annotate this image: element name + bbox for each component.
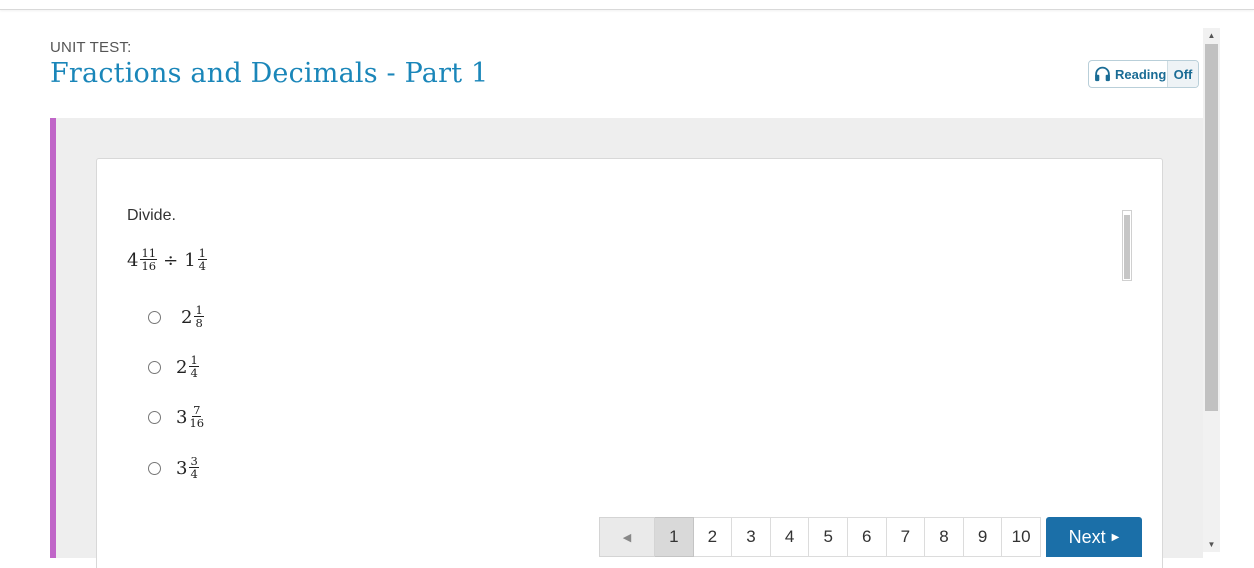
answer-option-d[interactable]: 3 3 4	[148, 455, 199, 481]
reading-toggle-button[interactable]: Reading Off	[1088, 60, 1199, 88]
unit-test-label: UNIT TEST:	[50, 39, 132, 56]
option-value: 2 1 4	[176, 354, 199, 380]
page-2-button[interactable]: 2	[693, 517, 733, 557]
option-whole: 2	[181, 306, 193, 328]
option-denominator: 8	[195, 316, 203, 330]
page-scrollbar[interactable]: ▲ ▼	[1203, 28, 1220, 552]
top-bar	[0, 0, 1254, 10]
expr-first-whole: 4	[127, 249, 139, 271]
page-6-button[interactable]: 6	[847, 517, 887, 557]
page-4-button[interactable]: 4	[770, 517, 810, 557]
answer-option-a[interactable]: 2 1 8	[148, 304, 204, 330]
expr-first-denominator: 16	[141, 259, 157, 273]
reading-label: Reading	[1115, 66, 1167, 82]
next-button[interactable]: Next ▶	[1045, 517, 1142, 557]
page-7-button[interactable]: 7	[886, 517, 926, 557]
option-fraction: 7 16	[189, 404, 205, 430]
page-3-button[interactable]: 3	[732, 517, 771, 557]
page-5-button[interactable]: 5	[809, 517, 848, 557]
option-fraction: 1 4	[189, 354, 199, 380]
option-value: 3 7 16	[176, 404, 205, 430]
answer-option-c[interactable]: 3 7 16	[148, 404, 205, 430]
next-button-label: Next	[1068, 526, 1106, 547]
option-whole: 3	[176, 406, 188, 428]
pagination: ◀ 1 2 3 4 5 6 7 8 9 10 Next ▶	[599, 517, 1142, 557]
page-scrollbar-thumb[interactable]	[1205, 44, 1218, 411]
radio-button[interactable]	[148, 360, 161, 374]
page-10-button[interactable]: 10	[1002, 517, 1041, 557]
headphones-icon	[1095, 66, 1110, 82]
reading-toggle-left[interactable]: Reading	[1089, 61, 1168, 87]
answer-option-b[interactable]: 2 1 4	[148, 354, 199, 380]
scroll-down-arrow-icon[interactable]: ▼	[1203, 537, 1220, 552]
next-arrow-icon: ▶	[1111, 531, 1120, 543]
page-title: Fractions and Decimals - Part 1	[50, 58, 489, 89]
question-scrollbar[interactable]	[1122, 210, 1132, 281]
option-denominator: 4	[190, 467, 198, 481]
reading-state[interactable]: Off	[1168, 61, 1198, 87]
option-fraction: 1 8	[194, 304, 204, 330]
expr-first-fraction: 11 16	[140, 247, 158, 273]
radio-button[interactable]	[148, 461, 161, 475]
option-whole: 2	[176, 356, 188, 378]
page-1-button[interactable]: 1	[655, 517, 694, 557]
scroll-up-arrow-icon[interactable]: ▲	[1203, 28, 1220, 43]
radio-button[interactable]	[148, 410, 161, 424]
question-scrollbar-thumb[interactable]	[1124, 215, 1130, 279]
expr-second-fraction: 1 4	[197, 247, 207, 273]
page-9-button[interactable]: 9	[963, 517, 1003, 557]
division-operator: ÷	[163, 249, 179, 271]
option-denominator: 16	[189, 416, 205, 430]
option-whole: 3	[176, 457, 188, 479]
option-fraction: 3 4	[189, 455, 199, 481]
question-card	[96, 158, 1163, 568]
option-denominator: 4	[190, 366, 198, 380]
question-expression: 4 11 16 ÷ 1 1 4	[127, 247, 207, 273]
expr-second-whole: 1	[184, 249, 196, 271]
radio-button[interactable]	[148, 310, 161, 324]
page-8-button[interactable]: 8	[925, 517, 964, 557]
expr-second-denominator: 4	[198, 259, 206, 273]
question-prompt: Divide.	[127, 207, 176, 224]
option-value: 2 1 8	[181, 304, 204, 330]
option-value: 3 3 4	[176, 455, 199, 481]
previous-page-button[interactable]: ◀	[599, 517, 655, 557]
